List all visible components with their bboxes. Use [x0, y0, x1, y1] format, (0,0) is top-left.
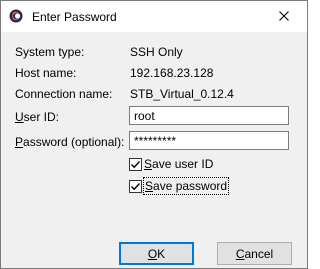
save-user-id-label: Save user ID [144, 156, 213, 172]
save-password-label: Save password [142, 177, 230, 195]
user-id-input[interactable] [129, 106, 289, 125]
cancel-button-label: Cancel [236, 247, 273, 261]
dialog-title: Enter Password [32, 10, 117, 24]
save-password-mnemonic: S [145, 179, 154, 193]
password-label-text: assword (optional): [23, 135, 125, 149]
connection-name-value: STB_Virtual_0.12.4 [130, 87, 234, 101]
save-user-id-text: ave user ID [152, 157, 214, 171]
connection-name-label: Connection name: [15, 87, 113, 101]
password-label: Password (optional): [15, 134, 124, 150]
ok-button-label: OK [148, 247, 165, 261]
close-icon [279, 10, 289, 24]
host-name-value: 192.168.23.128 [130, 66, 214, 80]
user-id-label-text: ser ID: [23, 110, 60, 124]
ok-mnemonic: O [147, 246, 158, 261]
title-bar[interactable]: Enter Password [1, 1, 307, 32]
save-password-text: ave password [153, 179, 228, 193]
save-user-id-mnemonic: S [144, 157, 153, 171]
cancel-text: ancel [244, 246, 274, 261]
ok-text: K [157, 246, 166, 261]
eclipse-app-icon [9, 9, 23, 23]
password-input[interactable] [129, 131, 289, 150]
cancel-button[interactable]: Cancel [217, 242, 292, 265]
save-password-checkbox[interactable]: Save password [129, 177, 230, 195]
password-mnemonic: P [15, 135, 24, 149]
user-id-mnemonic: U [15, 110, 24, 124]
save-user-id-checkbox[interactable]: Save user ID [129, 156, 213, 172]
save-password-checkbox-box[interactable] [129, 179, 142, 193]
user-id-label: User ID: [15, 109, 59, 125]
save-user-id-checkbox-box[interactable] [129, 157, 142, 171]
checkmark-icon [131, 182, 141, 190]
enter-password-dialog: Enter Password System type: SSH Only Hos… [0, 0, 308, 269]
system-type-label: System type: [15, 45, 85, 59]
system-type-value: SSH Only [130, 45, 183, 59]
ok-button[interactable]: OK [119, 242, 194, 265]
host-name-label: Host name: [15, 66, 77, 80]
dialog-content: System type: SSH Only Host name: 192.168… [1, 32, 307, 268]
checkmark-icon [131, 160, 141, 168]
close-button[interactable] [261, 1, 307, 32]
